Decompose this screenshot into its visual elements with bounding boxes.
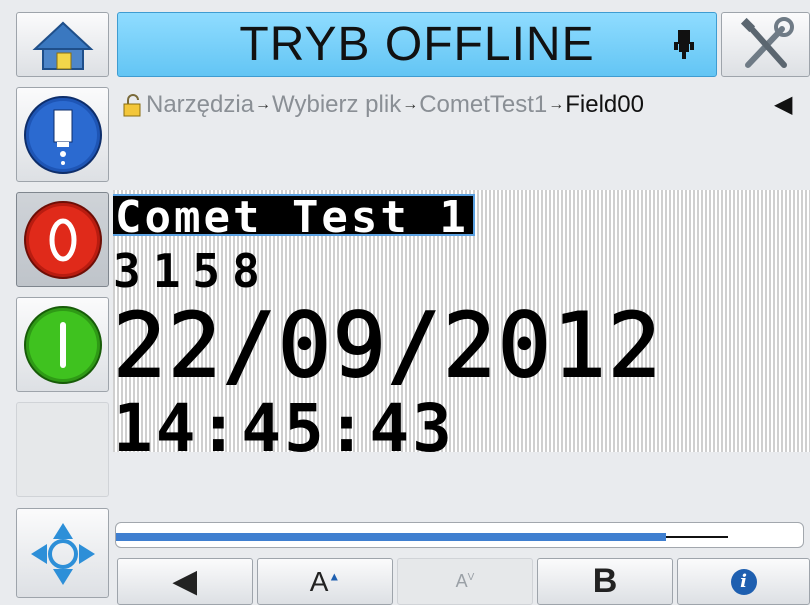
- empty-side-slot: [16, 402, 109, 497]
- breadcrumb: Narzędzia → Wybierz plik → CometTest1 → …: [122, 88, 644, 122]
- navigate-icon: [31, 523, 95, 585]
- info-icon: i: [730, 568, 757, 595]
- start-icon: [24, 306, 102, 384]
- stop-icon: [24, 201, 102, 279]
- stop-button[interactable]: [16, 192, 109, 287]
- print-field[interactable]: 14:45:43: [113, 396, 455, 453]
- home-button[interactable]: [16, 12, 109, 77]
- ink-drop-icon: [24, 96, 102, 174]
- progress-track-line: [666, 536, 728, 538]
- breadcrumb-separator: →: [548, 96, 565, 113]
- previous-button[interactable]: ◀: [117, 558, 253, 605]
- tools-icon: [740, 17, 794, 68]
- bold-label: B: [592, 562, 618, 600]
- print-field-selected[interactable]: Comet Test 1: [113, 194, 475, 240]
- spacing-button[interactable]: AV: [397, 558, 533, 605]
- breadcrumb-item-select-file[interactable]: Wybierz plik: [272, 91, 401, 119]
- title-bar: TRYB OFFLINE: [117, 12, 717, 77]
- font-size-up-icon: A▲: [309, 565, 341, 597]
- print-field[interactable]: 22/09/2012: [113, 301, 663, 391]
- progress-fill: [116, 533, 666, 541]
- breadcrumb-item-file[interactable]: CometTest1: [419, 91, 547, 119]
- print-field[interactable]: 3158: [113, 248, 272, 294]
- print-head-icon: [674, 30, 694, 59]
- message-scrollbar[interactable]: [115, 522, 804, 548]
- font-size-up-button[interactable]: A▲: [257, 558, 393, 605]
- breadcrumb-item-current: Field00: [565, 91, 644, 118]
- breadcrumb-back-button[interactable]: ◀: [774, 90, 792, 119]
- info-button[interactable]: i: [677, 558, 810, 605]
- navigate-button[interactable]: [16, 508, 109, 598]
- start-button[interactable]: [16, 297, 109, 392]
- page-title: TRYB OFFLINE: [239, 18, 595, 71]
- home-icon: [32, 21, 94, 70]
- breadcrumb-item-tools[interactable]: Narzędzia: [146, 91, 254, 119]
- left-arrow-icon: ◀: [173, 565, 197, 598]
- bold-button[interactable]: B: [537, 558, 673, 605]
- padlock-icon: [123, 94, 141, 117]
- print-preview[interactable]: Comet Test 1 3158 22/09/2012 14:45:43: [113, 190, 810, 452]
- spacing-icon: AV: [455, 571, 475, 591]
- ink-button[interactable]: [16, 87, 109, 182]
- breadcrumb-separator: →: [402, 96, 419, 113]
- breadcrumb-separator: →: [255, 96, 272, 113]
- tools-button[interactable]: [721, 12, 810, 77]
